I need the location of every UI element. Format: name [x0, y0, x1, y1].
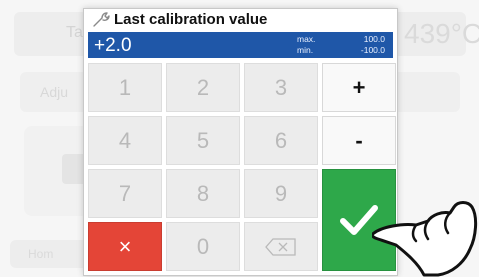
key-7[interactable]: 7: [88, 169, 162, 218]
key-6[interactable]: 6: [244, 116, 318, 165]
backspace-icon: [265, 237, 296, 256]
key-3[interactable]: 3: [244, 63, 318, 112]
key-2-label: 2: [196, 74, 210, 100]
key-0-label: 0: [196, 233, 210, 259]
key-8-label: 8: [196, 180, 210, 206]
plus-label: +: [352, 74, 366, 100]
min-label: min.: [297, 45, 314, 55]
keypad: 1 2 3 + 4 5 6 - 7 8 9 × 0: [88, 63, 396, 275]
cancel-button[interactable]: ×: [88, 222, 162, 271]
key-9-label: 9: [274, 180, 288, 206]
minus-button[interactable]: -: [322, 116, 396, 165]
key-6-label: 6: [274, 127, 288, 153]
value-display: +2.0 max. 100.0 min. -100.0: [88, 32, 393, 58]
backspace-button[interactable]: [244, 222, 318, 271]
range-info: max. 100.0 min. -100.0: [297, 34, 385, 56]
key-3-label: 3: [274, 74, 288, 100]
key-5[interactable]: 5: [166, 116, 240, 165]
dialog-title: Last calibration value: [114, 11, 268, 28]
dialog-header: Last calibration value: [84, 9, 397, 31]
key-5-label: 5: [196, 127, 210, 153]
key-1[interactable]: 1: [88, 63, 162, 112]
cancel-label: ×: [118, 233, 132, 259]
max-label: max.: [297, 34, 316, 44]
key-1-label: 1: [118, 74, 132, 100]
current-value: +2.0: [94, 35, 132, 56]
key-4-label: 4: [118, 127, 132, 153]
key-2[interactable]: 2: [166, 63, 240, 112]
key-9[interactable]: 9: [244, 169, 318, 218]
key-7-label: 7: [118, 180, 132, 206]
calibration-dialog: Last calibration value +2.0 max. 100.0 m…: [83, 8, 398, 276]
key-8[interactable]: 8: [166, 169, 240, 218]
max-value: 100.0: [363, 34, 385, 44]
minus-label: -: [355, 127, 363, 153]
pointing-hand-icon: [372, 201, 478, 277]
plus-button[interactable]: +: [322, 63, 396, 112]
key-0[interactable]: 0: [166, 222, 240, 271]
key-4[interactable]: 4: [88, 116, 162, 165]
wrench-icon: [93, 12, 110, 27]
min-value: -100.0: [360, 45, 385, 55]
